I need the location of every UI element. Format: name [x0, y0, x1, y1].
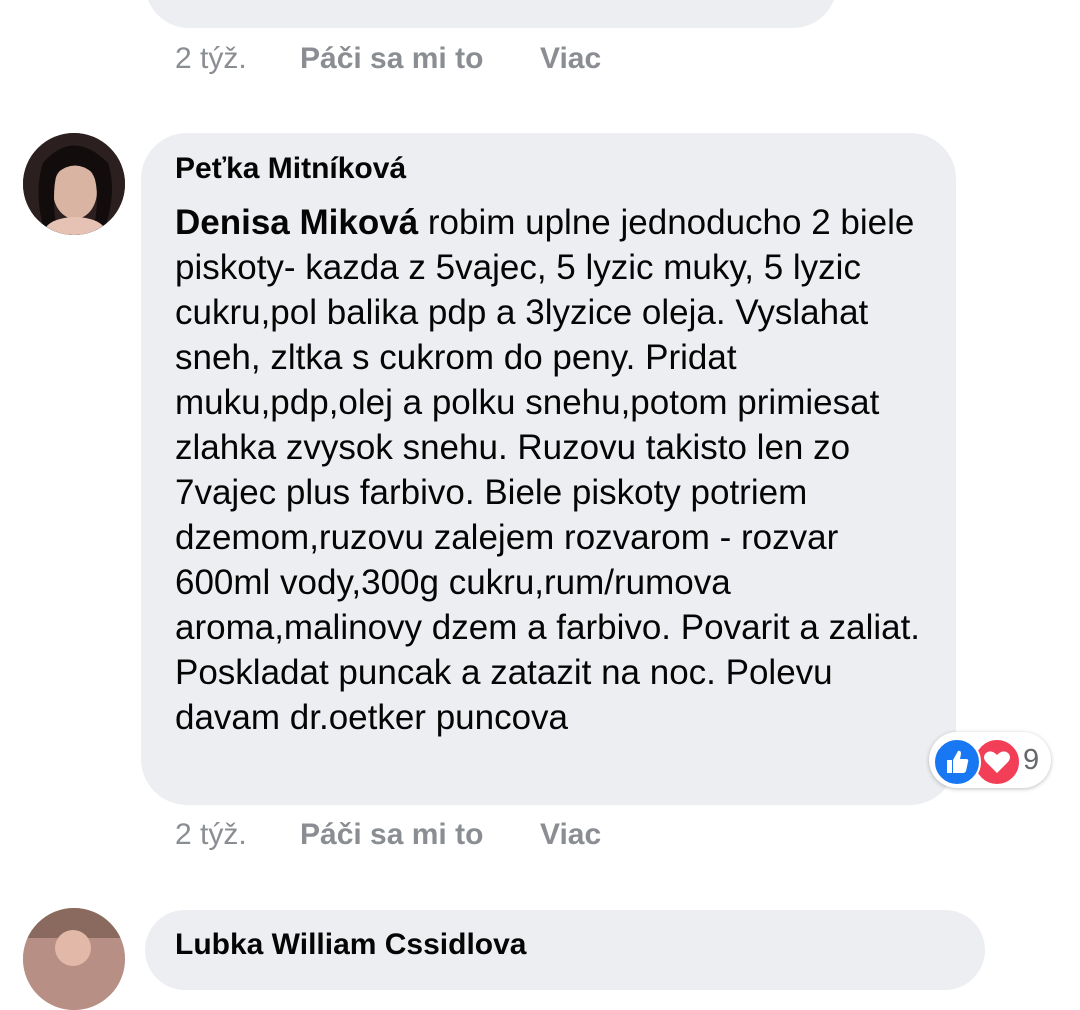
comment-author[interactable]: Peťka Mitníková: [175, 152, 406, 186]
comment-body: robim uplne jednoducho 2 biele piskoty- …: [175, 203, 921, 737]
reaction-count: 9: [1023, 744, 1040, 776]
mention-link[interactable]: Denisa Miková: [175, 203, 418, 242]
previous-comment-bubble: [145, 0, 837, 28]
comment-timestamp: 2 týž.: [175, 42, 247, 75]
like-button[interactable]: Páči sa mi to: [300, 818, 540, 852]
comment-author[interactable]: Lubka William Cssidlova: [175, 928, 527, 962]
comment-actions: 2 týž. Páči sa mi to Viac: [175, 818, 601, 852]
previous-comment-actions: 2 týž. Páči sa mi to Viac: [175, 42, 601, 76]
avatar[interactable]: [23, 133, 125, 235]
more-button[interactable]: Viac: [540, 42, 601, 76]
reactions-summary[interactable]: 9: [929, 732, 1051, 788]
comment-text: Denisa Miková robim uplne jednoducho 2 b…: [175, 200, 935, 740]
next-comment-bubble: Lubka William Cssidlova: [145, 910, 985, 990]
like-button[interactable]: Páči sa mi to: [300, 42, 540, 76]
more-button[interactable]: Viac: [540, 818, 601, 852]
comment-timestamp: 2 týž.: [175, 818, 247, 851]
like-icon: [933, 738, 981, 786]
avatar[interactable]: [23, 908, 125, 1010]
